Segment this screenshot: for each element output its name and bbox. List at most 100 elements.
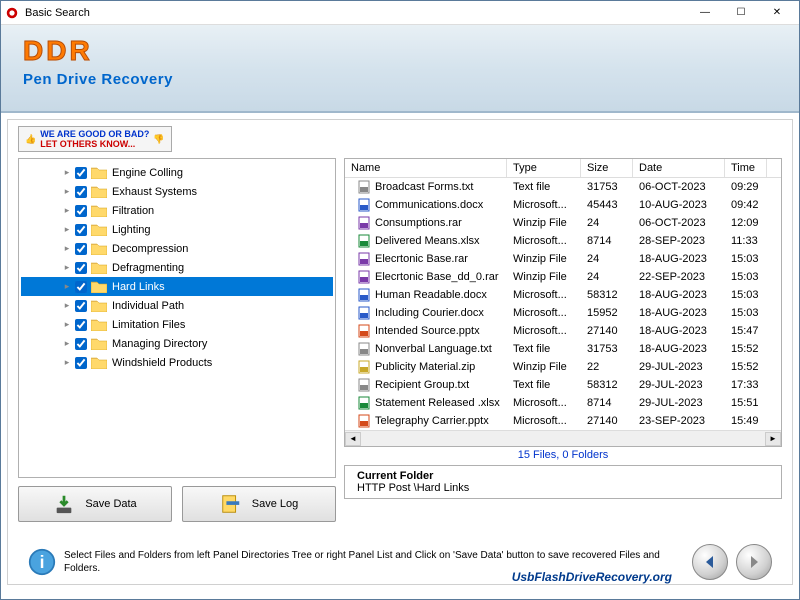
file-size-cell: 31753	[581, 342, 633, 356]
file-row[interactable]: Statement Released .xlsxMicrosoft...8714…	[345, 394, 781, 412]
nav-back-button[interactable]	[692, 544, 728, 580]
file-name-cell: Intended Source.pptx	[345, 323, 507, 339]
tree-checkbox[interactable]	[75, 186, 87, 198]
file-type-cell: Microsoft...	[507, 234, 581, 248]
nav-forward-button[interactable]	[736, 544, 772, 580]
expand-icon[interactable]: ▸	[61, 281, 73, 293]
folder-tree[interactable]: ▸ Engine Colling ▸ Exhaust Systems ▸Filtrati…	[18, 158, 336, 478]
header-date[interactable]: Date	[633, 159, 725, 177]
file-row[interactable]: Recipient Group.txtText file5831229-JUL-…	[345, 376, 781, 394]
tree-item[interactable]: ▸ Hard Links	[21, 277, 333, 296]
tree-item-label: Engine Colling	[112, 167, 183, 179]
file-size-cell: 8714	[581, 396, 633, 410]
file-name-cell: Telegraphy Carrier.pptx	[345, 413, 507, 429]
tree-item[interactable]: ▸Filtration	[21, 201, 333, 220]
file-row[interactable]: Elecrtonic Base_dd_0.rarWinzip File2422-…	[345, 268, 781, 286]
save-data-button[interactable]: Save Data	[18, 486, 172, 522]
file-row[interactable]: Intended Source.pptxMicrosoft...2714018-…	[345, 322, 781, 340]
horizontal-scrollbar[interactable]: ◄ ►	[345, 430, 781, 446]
file-date-cell: 06-OCT-2023	[633, 216, 725, 230]
expand-icon[interactable]: ▸	[61, 205, 73, 217]
file-date-cell: 22-SEP-2023	[633, 270, 725, 284]
tree-item[interactable]: ▸ Limitation Files	[21, 315, 333, 334]
tree-item[interactable]: ▸ Decompression	[21, 239, 333, 258]
maximize-button[interactable]: ☐	[723, 3, 759, 23]
tree-item-label: Exhaust Systems	[112, 186, 197, 198]
promo-banner[interactable]: 👍 WE ARE GOOD OR BAD? LET OTHERS KNOW...…	[18, 126, 172, 152]
save-log-icon	[220, 493, 242, 515]
expand-icon[interactable]: ▸	[61, 319, 73, 331]
tree-item[interactable]: ▸Managing Directory	[21, 334, 333, 353]
header-time[interactable]: Time	[725, 159, 767, 177]
expand-icon[interactable]: ▸	[61, 300, 73, 312]
file-row[interactable]: Consumptions.rarWinzip File2406-OCT-2023…	[345, 214, 781, 232]
file-row[interactable]: Publicity Material.zipWinzip File2229-JU…	[345, 358, 781, 376]
tree-checkbox[interactable]	[75, 281, 87, 293]
file-size-cell: 58312	[581, 378, 633, 392]
save-log-label: Save Log	[252, 498, 298, 510]
tree-checkbox[interactable]	[75, 338, 87, 350]
expand-icon[interactable]: ▸	[61, 262, 73, 274]
expand-icon[interactable]: ▸	[61, 338, 73, 350]
file-row[interactable]: Human Readable.docxMicrosoft...5831218-A…	[345, 286, 781, 304]
tree-checkbox[interactable]	[75, 224, 87, 236]
file-size-cell: 24	[581, 216, 633, 230]
file-row[interactable]: Communications.docxMicrosoft...4544310-A…	[345, 196, 781, 214]
minimize-button[interactable]: —	[687, 3, 723, 23]
expand-icon[interactable]: ▸	[61, 243, 73, 255]
file-size-cell: 27140	[581, 414, 633, 428]
tree-checkbox[interactable]	[75, 357, 87, 369]
file-date-cell: 18-AUG-2023	[633, 288, 725, 302]
file-name-cell: Delivered Means.xlsx	[345, 233, 507, 249]
header-size[interactable]: Size	[581, 159, 633, 177]
tree-item-label: Limitation Files	[112, 319, 185, 331]
expand-icon[interactable]: ▸	[61, 167, 73, 179]
footer-brand: UsbFlashDriveRecovery.org	[512, 570, 672, 584]
content-area: 👍 WE ARE GOOD OR BAD? LET OTHERS KNOW...…	[7, 119, 793, 585]
file-time-cell: 17:33	[725, 378, 767, 392]
tree-item[interactable]: ▸Defragmenting	[21, 258, 333, 277]
tree-item[interactable]: ▸ Engine Colling	[21, 163, 333, 182]
scroll-left-button[interactable]: ◄	[345, 432, 361, 446]
file-row[interactable]: Including Courier.docxMicrosoft...159521…	[345, 304, 781, 322]
expand-icon[interactable]: ▸	[61, 224, 73, 236]
tree-item-label: Hard Links	[112, 281, 165, 293]
window-titlebar: Basic Search — ☐ ✕	[1, 1, 799, 25]
tree-checkbox[interactable]	[75, 243, 87, 255]
file-time-cell: 15:49	[725, 414, 767, 428]
expand-icon[interactable]: ▸	[61, 357, 73, 369]
tree-item[interactable]: ▸Individual Path	[21, 296, 333, 315]
file-date-cell: 18-AUG-2023	[633, 324, 725, 338]
tree-checkbox[interactable]	[75, 319, 87, 331]
tree-item[interactable]: ▸ Exhaust Systems	[21, 182, 333, 201]
expand-icon[interactable]: ▸	[61, 186, 73, 198]
tree-item[interactable]: ▸Windshield Products	[21, 353, 333, 372]
current-folder-box: Current Folder HTTP Post \Hard Links	[344, 465, 782, 499]
tree-checkbox[interactable]	[75, 205, 87, 217]
file-size-cell: 22	[581, 360, 633, 374]
file-row[interactable]: Nonverbal Language.txtText file3175318-A…	[345, 340, 781, 358]
file-count-status: 15 Files, 0 Folders	[344, 447, 782, 463]
file-time-cell: 15:51	[725, 396, 767, 410]
tree-item[interactable]: ▸Lighting	[21, 220, 333, 239]
thumbs-up-icon: 👍	[25, 134, 36, 145]
file-name-cell: Statement Released .xlsx	[345, 395, 507, 411]
close-button[interactable]: ✕	[759, 3, 795, 23]
header-name[interactable]: Name	[345, 159, 507, 177]
save-log-button[interactable]: Save Log	[182, 486, 336, 522]
tree-checkbox[interactable]	[75, 300, 87, 312]
thumbs-down-icon: 👎	[153, 134, 164, 145]
file-date-cell: 18-AUG-2023	[633, 306, 725, 320]
file-row[interactable]: Broadcast Forms.txtText file3175306-OCT-…	[345, 178, 781, 196]
file-row[interactable]: Elecrtonic Base.rarWinzip File2418-AUG-2…	[345, 250, 781, 268]
file-date-cell: 18-AUG-2023	[633, 342, 725, 356]
file-row[interactable]: Delivered Means.xlsxMicrosoft...871428-S…	[345, 232, 781, 250]
scroll-right-button[interactable]: ►	[765, 432, 781, 446]
file-row[interactable]: Telegraphy Carrier.pptxMicrosoft...27140…	[345, 412, 781, 430]
file-list[interactable]: Broadcast Forms.txtText file3175306-OCT-…	[345, 178, 781, 430]
tree-item-label: Decompression	[112, 243, 188, 255]
header-type[interactable]: Type	[507, 159, 581, 177]
tree-checkbox[interactable]	[75, 167, 87, 179]
file-size-cell: 8714	[581, 234, 633, 248]
tree-checkbox[interactable]	[75, 262, 87, 274]
